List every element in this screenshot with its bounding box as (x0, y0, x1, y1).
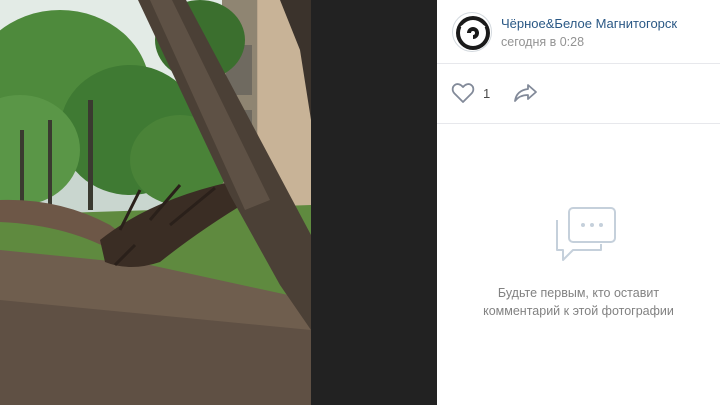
comments-empty-state: Будьте первым, кто оставит комментарий к… (437, 124, 720, 405)
comments-icon (556, 207, 616, 261)
post-date[interactable]: сегодня в 0:28 (501, 35, 584, 49)
share-arrow-icon (514, 84, 537, 102)
photo-viewer (0, 0, 437, 405)
empty-comments-line-1: Будьте первым, кто оставит (497, 286, 660, 300)
empty-comments-text: Будьте первым, кто оставит комментарий к… (457, 284, 700, 320)
author-name[interactable]: Чёрное&Белое Магнитогорск (501, 16, 677, 31)
post-actions: 1 (437, 64, 720, 124)
avatar[interactable] (452, 12, 492, 52)
photo-image[interactable] (0, 0, 311, 405)
post-header: Чёрное&Белое Магнитогорск сегодня в 0:28 (437, 0, 720, 64)
share-button[interactable] (513, 81, 539, 105)
community-logo-icon (456, 16, 490, 50)
heart-icon (451, 83, 475, 103)
like-count: 1 (483, 85, 491, 101)
post-sidebar: Чёрное&Белое Магнитогорск сегодня в 0:28… (437, 0, 720, 405)
like-button[interactable]: 1 (451, 81, 490, 105)
empty-comments-line-2: комментарий к этой фотографии (483, 304, 674, 318)
